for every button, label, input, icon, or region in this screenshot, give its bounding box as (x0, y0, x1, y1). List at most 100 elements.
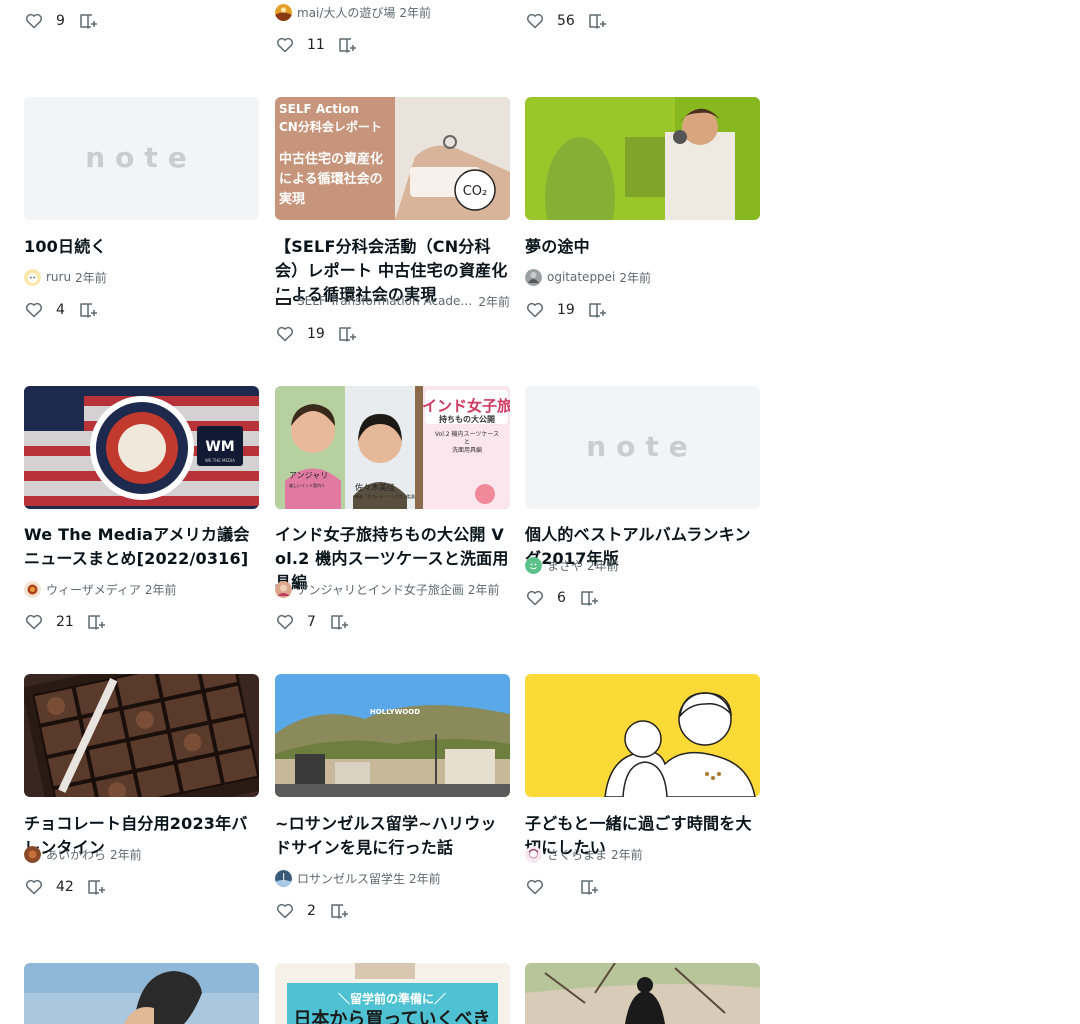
article-thumbnail[interactable] (24, 963, 259, 1024)
article-title[interactable]: 夢の途中 (525, 235, 760, 259)
post-time: 2年前 (409, 871, 441, 886)
heart-outline-icon[interactable] (275, 35, 295, 55)
card-actions: 19 (275, 321, 357, 347)
note-logo: note (85, 141, 197, 174)
like-count[interactable]: 19 (307, 326, 325, 342)
author-name[interactable]: ogitateppei (547, 270, 615, 284)
heart-outline-icon[interactable] (525, 877, 545, 897)
bookmark-add-icon[interactable] (579, 877, 599, 897)
author-name[interactable]: さくらまま (547, 846, 607, 863)
like-count[interactable]: 7 (307, 614, 317, 630)
like-count[interactable]: 6 (557, 590, 567, 606)
card-meta: ロサンゼルス留学生 2年前 (275, 868, 510, 888)
article-title[interactable]: ~ロサンゼルス留学~ハリウッドサインを見に行った話 (275, 812, 510, 860)
card-actions: 21 (24, 609, 106, 635)
avatar[interactable] (525, 556, 542, 574)
card-meta: ruru 2年前 (24, 267, 259, 287)
card-actions: 2 (275, 898, 349, 924)
author-name[interactable]: まさや (547, 557, 583, 574)
heart-outline-icon[interactable] (525, 588, 545, 608)
author-name[interactable]: ruru (46, 270, 71, 284)
card-actions (525, 874, 599, 900)
heart-outline-icon[interactable] (275, 612, 295, 632)
bookmark-add-icon[interactable] (337, 324, 357, 344)
avatar[interactable] (24, 580, 41, 598)
post-time: 2年前 (399, 5, 432, 20)
author-name[interactable]: mai/大人の遊び場 (297, 4, 395, 21)
card-meta: ウィーザメディア 2年前 (24, 579, 259, 599)
thumb-text: 実現 (279, 191, 305, 207)
bookmark-add-icon[interactable] (587, 300, 607, 320)
avatar[interactable] (24, 845, 41, 863)
like-count[interactable]: 11 (307, 37, 325, 53)
author-name[interactable]: アンジャリとインド女子旅企画 (297, 581, 464, 598)
heart-outline-icon[interactable] (24, 877, 44, 897)
bookmark-add-icon[interactable] (329, 901, 349, 921)
like-count[interactable]: 42 (56, 879, 74, 895)
thumb-person-sub: 楽しいインド案内人 (289, 482, 325, 488)
thumb-logo-sub: WE THE MEDIA (205, 458, 235, 463)
thumb-text: 日本から買っていくべき (293, 1008, 490, 1024)
avatar[interactable] (275, 292, 292, 310)
author-name[interactable]: SELF Transformation Academy (297, 294, 473, 308)
bookmark-add-icon[interactable] (86, 877, 106, 897)
article-title[interactable]: 100日続く (24, 235, 259, 259)
card-meta: SELF Transformation Academy 2年前 (275, 291, 510, 311)
article-thumbnail[interactable]: WM WE THE MEDIA (24, 386, 259, 509)
author-name[interactable]: ウィーザメディア (46, 581, 141, 598)
avatar[interactable] (275, 580, 292, 598)
article-thumbnail[interactable] (24, 674, 259, 797)
heart-outline-icon[interactable] (24, 11, 44, 31)
like-count[interactable]: 4 (56, 302, 66, 318)
article-thumbnail[interactable]: インド女子旅 持ちもの大公開 Vol.2 機内スーツケース と 洗面用具編 アン… (275, 386, 510, 509)
thumb-sub: 持ちもの大公開 (439, 414, 495, 424)
like-count[interactable]: 21 (56, 614, 74, 630)
article-thumbnail[interactable]: CO₂ SELF Action CN分科会レポート 中古住宅の資産化 による循環… (275, 97, 510, 220)
article-thumbnail[interactable] (525, 674, 760, 797)
heart-outline-icon[interactable] (24, 300, 44, 320)
author-name[interactable]: ロサンゼルス留学生 (297, 870, 405, 887)
heart-outline-icon[interactable] (24, 612, 44, 632)
avatar[interactable] (275, 3, 292, 21)
bookmark-add-icon[interactable] (587, 11, 607, 31)
heart-outline-icon[interactable] (275, 901, 295, 921)
post-time: 2年前 (619, 270, 652, 285)
like-count[interactable]: 19 (557, 302, 575, 318)
thumb-vol: Vol.2 機内スーツケース (435, 430, 499, 438)
article-thumbnail[interactable]: note (525, 386, 760, 509)
avatar[interactable] (275, 869, 292, 887)
thumb-person: アンジャリ (289, 471, 328, 480)
bookmark-add-icon[interactable] (579, 588, 599, 608)
thumb-vol: と (464, 439, 470, 446)
thumb-vol: 洗面用具編 (452, 446, 482, 454)
thumb-person: 佐々木美佳 (355, 482, 395, 492)
article-thumbnail[interactable]: note (24, 97, 259, 220)
article-thumbnail[interactable] (525, 963, 760, 1024)
heart-outline-icon[interactable] (275, 324, 295, 344)
heart-outline-icon[interactable] (525, 300, 545, 320)
bookmark-add-icon[interactable] (78, 300, 98, 320)
article-title[interactable]: We The Mediaアメリカ議会ニュースまとめ[2022/0316] (24, 523, 259, 571)
bookmark-add-icon[interactable] (337, 35, 357, 55)
card-actions: 7 (275, 609, 349, 635)
avatar[interactable] (525, 268, 542, 286)
bookmark-add-icon[interactable] (86, 612, 106, 632)
thumb-text: ＼留学前の準備に／ (338, 991, 446, 1006)
post-time: 2年前 (478, 294, 510, 309)
bookmark-add-icon[interactable] (78, 11, 98, 31)
card-actions: 42 (24, 874, 106, 900)
avatar[interactable] (525, 845, 542, 863)
article-thumbnail[interactable]: HOLLYWOOD (275, 674, 510, 797)
like-count[interactable]: 9 (56, 13, 66, 29)
avatar[interactable] (24, 268, 41, 286)
article-thumbnail[interactable]: ＼留学前の準備に／ 日本から買っていくべき (275, 963, 510, 1024)
author-name[interactable]: あいかわら (46, 846, 106, 863)
article-thumbnail[interactable] (525, 97, 760, 220)
bookmark-add-icon[interactable] (329, 612, 349, 632)
heart-outline-icon[interactable] (525, 11, 545, 31)
like-count[interactable]: 2 (307, 903, 317, 919)
thumb-person-sub: 映画「タゴール・ソングス」監督 (355, 493, 415, 499)
thumb-text: CN分科会レポート (279, 119, 382, 134)
card-actions: 9 (24, 8, 98, 34)
like-count[interactable]: 56 (557, 13, 575, 29)
